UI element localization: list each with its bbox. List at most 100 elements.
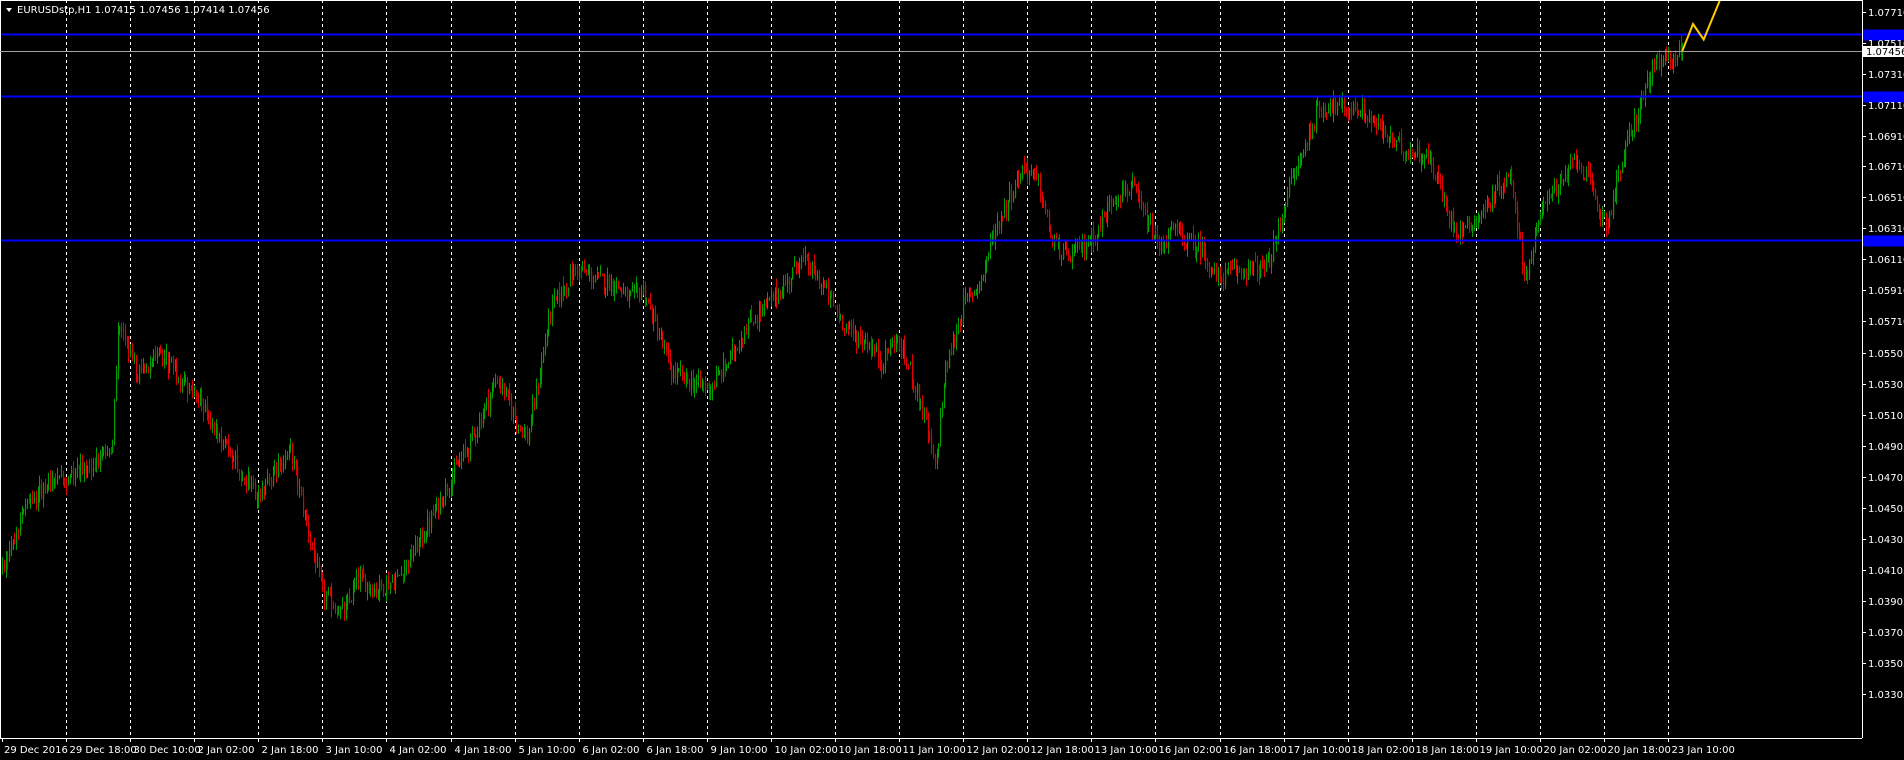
candle-body xyxy=(516,417,518,427)
candle-body xyxy=(1070,256,1072,263)
candle-body xyxy=(944,385,946,408)
candle-body xyxy=(1111,199,1113,206)
candle-body xyxy=(324,585,326,602)
candle-body xyxy=(201,394,203,404)
candle-body xyxy=(1444,194,1446,199)
candle-body xyxy=(997,221,999,229)
candle-body xyxy=(1225,269,1227,285)
candle-body xyxy=(340,607,342,614)
candle-body xyxy=(1189,236,1191,238)
candle-body xyxy=(192,388,194,398)
candle-body xyxy=(548,312,550,333)
candle-body xyxy=(1038,175,1040,178)
candle-body xyxy=(712,385,714,392)
candle-body xyxy=(443,499,445,506)
candle-body xyxy=(276,467,278,475)
x-tick-label: 16 Jan 18:00 xyxy=(1224,745,1287,756)
candle-body xyxy=(1141,199,1143,206)
candle-body xyxy=(1009,189,1011,202)
candle-body xyxy=(1266,260,1268,269)
candle-body xyxy=(1583,167,1585,179)
candle-body xyxy=(538,386,540,389)
candle-body xyxy=(456,462,458,465)
candle-body xyxy=(155,352,157,358)
candle-body xyxy=(817,275,819,280)
candle-body xyxy=(1663,58,1665,61)
candle-body xyxy=(459,461,461,467)
candle-body xyxy=(1079,240,1081,246)
candle-body xyxy=(1590,170,1592,180)
candle-body xyxy=(169,360,171,371)
candle-body xyxy=(641,291,643,300)
candle-body xyxy=(1490,205,1492,210)
candle-body xyxy=(354,584,356,588)
candle-body xyxy=(1002,217,1004,220)
candle-body xyxy=(696,381,698,385)
candle-body xyxy=(1022,165,1024,179)
candle-body xyxy=(1200,239,1202,256)
candle-body xyxy=(1145,209,1147,211)
candle-body xyxy=(208,416,210,419)
candle-body xyxy=(933,450,935,457)
candle-body xyxy=(1214,268,1216,271)
candle-body xyxy=(472,430,474,436)
candle-body xyxy=(703,383,705,385)
candle-body xyxy=(860,334,862,338)
candle-body xyxy=(687,372,689,382)
candle-body xyxy=(392,581,394,583)
candle-body xyxy=(242,478,244,481)
candle-body xyxy=(401,573,403,576)
candle-body xyxy=(710,391,712,395)
candle-body xyxy=(1353,104,1355,115)
candle-body xyxy=(1342,100,1344,105)
candle-body xyxy=(844,327,846,331)
chart-header[interactable]: EURUSDstp,H1 1.07415 1.07456 1.07414 1.0… xyxy=(6,5,270,16)
candle-body xyxy=(1234,267,1236,269)
candle-body xyxy=(116,372,118,401)
candle-body xyxy=(986,257,988,267)
candle-body xyxy=(194,391,196,397)
candle-body xyxy=(185,379,187,381)
candle-body xyxy=(938,443,940,452)
candle-body xyxy=(1426,150,1428,158)
candle-body xyxy=(219,436,221,439)
candle-body xyxy=(278,461,280,476)
x-tick-label: 11 Jan 10:00 xyxy=(903,745,966,756)
candle-body xyxy=(1568,169,1570,178)
candle-body xyxy=(36,497,38,505)
candle-body xyxy=(267,477,269,484)
x-tick-label: 12 Jan 18:00 xyxy=(1031,745,1094,756)
candle-body xyxy=(424,538,426,542)
y-axis: 1.077101.075101.073101.071101.069101.067… xyxy=(1862,8,1904,701)
y-tick-label: 1.03705 xyxy=(1868,628,1904,639)
candle-body xyxy=(614,289,616,294)
candle-body xyxy=(922,401,924,417)
candle-body xyxy=(322,578,324,586)
candle-body xyxy=(1367,118,1369,121)
candle-body xyxy=(557,289,559,300)
candle-body xyxy=(1244,270,1246,274)
candle-body xyxy=(908,364,910,366)
candle-body xyxy=(1520,236,1522,239)
candle-body xyxy=(1419,147,1421,162)
candle-body xyxy=(1228,266,1230,271)
candle-body xyxy=(1125,188,1127,194)
x-tick-label: 5 Jan 10:00 xyxy=(519,745,576,756)
y-tick-label: 1.07310 xyxy=(1868,70,1904,81)
candle-body xyxy=(1310,130,1312,139)
candle-body xyxy=(1513,181,1515,195)
candle-body xyxy=(433,511,435,516)
candle-body xyxy=(881,363,883,371)
candle-body xyxy=(1483,207,1485,212)
y-tick-label: 1.05710 xyxy=(1868,317,1904,328)
candle-body xyxy=(694,384,696,392)
x-tick-label: 18 Jan 18:00 xyxy=(1416,745,1479,756)
candle-body xyxy=(338,614,340,616)
candle-body xyxy=(1488,201,1490,206)
y-tick-label: 1.06710 xyxy=(1868,162,1904,173)
y-tick-label: 1.03505 xyxy=(1868,659,1904,670)
candle-body xyxy=(1511,170,1513,183)
candle-body xyxy=(57,475,59,484)
candle-body xyxy=(659,337,661,339)
candle-body xyxy=(379,580,381,593)
